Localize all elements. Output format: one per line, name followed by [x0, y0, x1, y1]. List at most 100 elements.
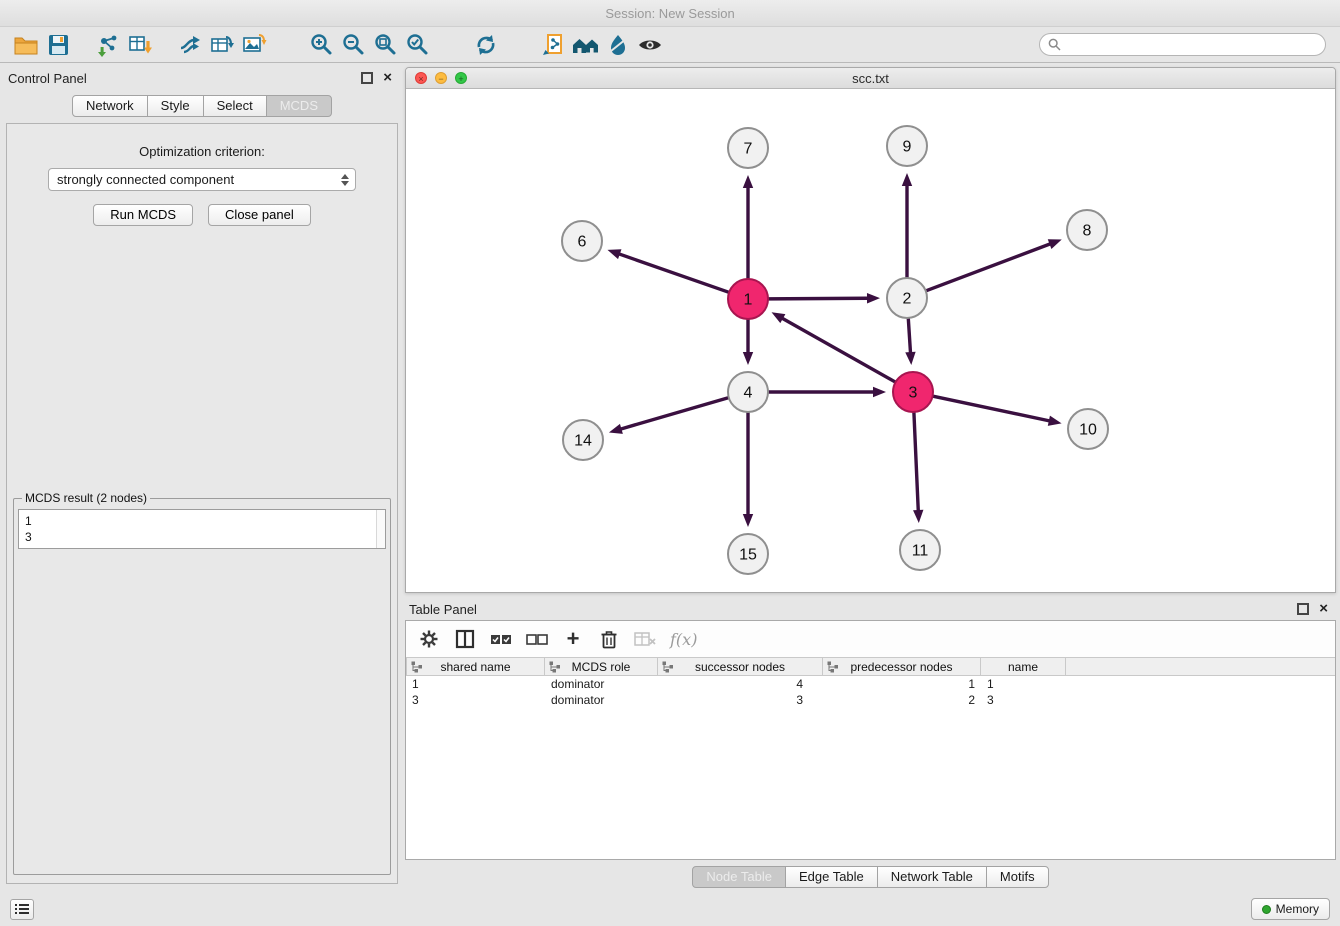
graph-edge-1-4[interactable] [743, 320, 753, 365]
cell-successor-nodes[interactable]: 4 [658, 676, 823, 692]
delete-table-icon [634, 631, 656, 647]
table-settings-button[interactable] [418, 625, 440, 653]
graph-edge-1-2[interactable] [769, 293, 880, 303]
edge-arrowhead-icon [905, 352, 915, 365]
status-list-button[interactable] [10, 899, 34, 920]
memory-status-icon [1262, 905, 1271, 914]
tab-style[interactable]: Style [147, 95, 204, 117]
float-panel-icon[interactable] [361, 72, 373, 84]
tab-edge-table[interactable]: Edge Table [785, 866, 878, 888]
columns-icon [455, 629, 475, 649]
column-header-predecessor-nodes[interactable]: predecessor nodes [823, 658, 981, 675]
select-all-rows-button[interactable] [490, 625, 512, 653]
select-all-icon [490, 632, 512, 646]
graph-edge-4-3[interactable] [769, 387, 886, 397]
cell-name[interactable]: 3 [981, 692, 1066, 708]
edge-arrowhead-icon [743, 352, 753, 365]
cell-predecessor-nodes[interactable]: 1 [823, 676, 981, 692]
tab-network[interactable]: Network [72, 95, 148, 117]
apply-style-button[interactable] [602, 30, 634, 60]
gear-icon [419, 629, 439, 649]
cell-mcds-role[interactable]: dominator [545, 676, 658, 692]
graph-node-label: 11 [912, 543, 929, 560]
table-row[interactable]: 1 dominator 4 1 1 [406, 676, 1335, 692]
edge-arrowhead-icon [1048, 416, 1062, 426]
open-folder-icon [13, 32, 39, 58]
tab-mcds[interactable]: MCDS [266, 95, 332, 117]
close-panel-button[interactable]: Close panel [208, 204, 311, 226]
graph-node-label: 2 [903, 291, 912, 308]
deselect-all-rows-button[interactable] [526, 625, 548, 653]
zoom-out-icon [341, 32, 367, 58]
cell-name[interactable]: 1 [981, 676, 1066, 692]
duplicate-network-button[interactable] [538, 30, 570, 60]
graph-edge-3-1[interactable] [772, 312, 895, 381]
network-window-titlebar[interactable]: × − + scc.txt [406, 68, 1335, 89]
main-toolbar [0, 27, 1340, 63]
close-panel-icon[interactable]: × [383, 72, 392, 84]
network-canvas[interactable]: 7968124314101511 [406, 89, 1335, 592]
dropdown-stepper-icon [341, 174, 351, 186]
delete-column-button[interactable] [598, 625, 620, 653]
column-header-successor-nodes[interactable]: successor nodes [658, 658, 823, 675]
zoom-in-button[interactable] [306, 30, 338, 60]
graph-node-label: 10 [1079, 422, 1097, 439]
network-graph[interactable]: 7968124314101511 [406, 89, 1332, 592]
cell-shared-name[interactable]: 1 [406, 676, 545, 692]
graph-node-label: 6 [578, 234, 587, 251]
refresh-button[interactable] [470, 30, 502, 60]
column-header-name[interactable]: name [981, 658, 1066, 675]
save-session-button[interactable] [42, 30, 74, 60]
import-table-button[interactable] [124, 30, 156, 60]
graph-edge-3-10[interactable] [934, 396, 1062, 425]
table-arrow-icon [209, 32, 235, 58]
zoom-out-button[interactable] [338, 30, 370, 60]
column-header-mcds-role[interactable]: MCDS role [545, 658, 658, 675]
result-scrollbar[interactable] [376, 510, 385, 548]
edge-arrowhead-icon [867, 293, 880, 303]
home-icon [571, 32, 601, 58]
graph-edge-4-15[interactable] [743, 413, 753, 527]
home-button[interactable] [570, 30, 602, 60]
show-columns-button[interactable] [454, 625, 476, 653]
cell-shared-name[interactable]: 3 [406, 692, 545, 708]
tab-motifs[interactable]: Motifs [986, 866, 1049, 888]
column-header-shared-name[interactable]: shared name [406, 658, 545, 675]
import-network-button[interactable] [92, 30, 124, 60]
tab-node-table[interactable]: Node Table [692, 866, 786, 888]
graph-edge-4-14[interactable] [609, 398, 728, 434]
delete-table-button[interactable] [634, 625, 656, 653]
network-from-table-button[interactable] [206, 30, 238, 60]
table-row[interactable]: 3 dominator 3 2 3 [406, 692, 1335, 708]
zoom-fit-button[interactable] [370, 30, 402, 60]
function-builder-button[interactable]: f(x) [670, 625, 697, 653]
export-image-button[interactable] [238, 30, 270, 60]
graph-edge-1-6[interactable] [607, 249, 728, 292]
tab-network-table[interactable]: Network Table [877, 866, 987, 888]
window-title: Session: New Session [605, 6, 734, 21]
cell-mcds-role[interactable]: dominator [545, 692, 658, 708]
float-table-panel-icon[interactable] [1297, 603, 1309, 615]
graph-edge-2-8[interactable] [927, 239, 1062, 290]
zoom-selected-button[interactable] [402, 30, 434, 60]
optimization-dropdown[interactable]: strongly connected component [48, 168, 356, 191]
search-input[interactable] [1066, 38, 1317, 52]
window-titlebar: Session: New Session [0, 0, 1340, 27]
cell-successor-nodes[interactable]: 3 [658, 692, 823, 708]
graph-edge-3-11[interactable] [913, 413, 923, 523]
cell-predecessor-nodes[interactable]: 2 [823, 692, 981, 708]
add-column-button[interactable]: + [562, 625, 584, 653]
new-network-button[interactable] [174, 30, 206, 60]
graph-edge-2-9[interactable] [902, 173, 912, 277]
run-mcds-button[interactable]: Run MCDS [93, 204, 193, 226]
show-hide-button[interactable] [634, 30, 666, 60]
status-bar: Memory [0, 892, 1340, 926]
edge-arrowhead-icon [902, 173, 912, 186]
close-table-panel-icon[interactable]: × [1319, 603, 1328, 615]
graph-edge-2-3[interactable] [905, 319, 915, 365]
graph-edge-1-7[interactable] [743, 175, 753, 278]
memory-button[interactable]: Memory [1251, 898, 1330, 920]
open-session-button[interactable] [10, 30, 42, 60]
network-window: × − + scc.txt 7968124314101511 [405, 67, 1336, 593]
tab-select[interactable]: Select [203, 95, 267, 117]
